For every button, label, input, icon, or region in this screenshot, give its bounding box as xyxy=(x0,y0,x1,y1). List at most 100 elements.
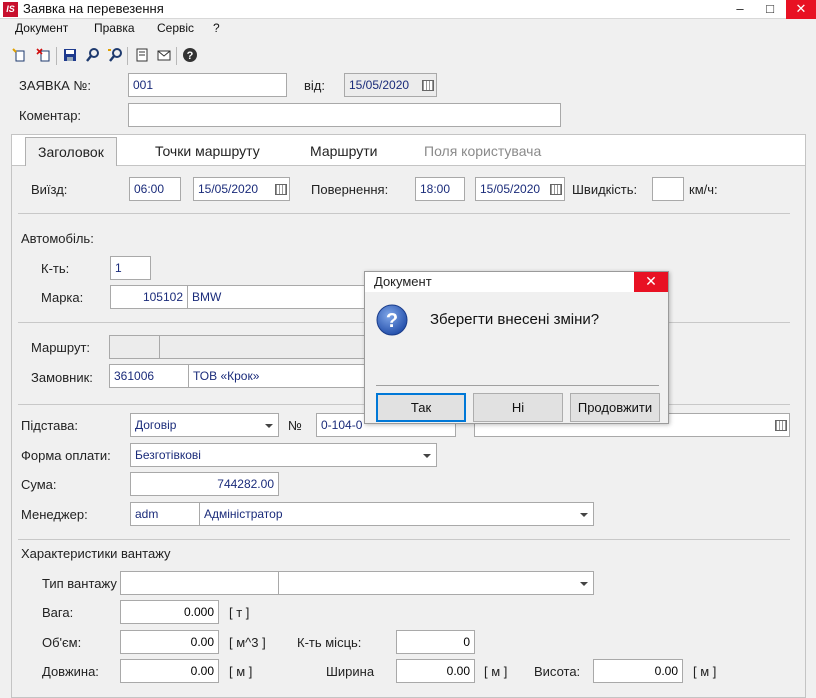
dialog-title: Документ xyxy=(374,274,432,289)
calendar-icon[interactable] xyxy=(550,184,562,195)
height-field[interactable]: 0.00 xyxy=(593,659,683,683)
volume-field[interactable]: 0.00 xyxy=(120,630,219,654)
menu-document[interactable]: Документ xyxy=(15,21,68,35)
number-label: № xyxy=(288,418,302,433)
new-doc-icon[interactable] xyxy=(10,47,28,65)
manager-code-field[interactable]: adm xyxy=(130,502,200,526)
places-label: К-ть місць: xyxy=(297,635,362,650)
length-label: Довжина: xyxy=(42,664,99,679)
route-label: Маршрут: xyxy=(31,340,91,355)
customer-label: Замовник: xyxy=(31,370,93,385)
divider xyxy=(18,213,790,214)
yes-button[interactable]: Так xyxy=(376,393,466,422)
tab-routes[interactable]: Маршрути xyxy=(298,137,389,166)
weight-field[interactable]: 0.000 xyxy=(120,600,219,624)
sum-label: Сума: xyxy=(21,477,57,492)
save-icon[interactable] xyxy=(61,47,79,65)
sum-field[interactable]: 744282.00 xyxy=(130,472,279,496)
vehicle-section-label: Автомобіль: xyxy=(21,231,94,246)
tab-user-fields: Поля користувача xyxy=(424,143,542,159)
payment-form-select[interactable]: Безготівкові xyxy=(130,443,437,467)
calendar-icon[interactable] xyxy=(275,184,287,195)
svg-text:?: ? xyxy=(187,50,194,62)
find-next-icon[interactable] xyxy=(106,47,124,65)
toolbar-separator xyxy=(127,47,128,65)
return-time-field[interactable]: 18:00 xyxy=(415,177,465,201)
vehicle-count-field[interactable]: 1 xyxy=(110,256,151,280)
vehicle-count-label: К-ть: xyxy=(41,261,70,276)
departure-label: Виїзд: xyxy=(31,182,68,197)
continue-button[interactable]: Продовжити xyxy=(570,393,660,422)
properties-icon[interactable] xyxy=(133,47,151,65)
chevron-down-icon[interactable] xyxy=(265,424,273,428)
menu-service[interactable]: Сервіс xyxy=(157,21,194,35)
mail-icon[interactable] xyxy=(155,47,173,65)
calendar-icon[interactable] xyxy=(775,420,787,431)
window-title: Заявка на перевезення xyxy=(23,1,164,16)
order-number-field[interactable]: 001 xyxy=(128,73,287,97)
chevron-down-icon[interactable] xyxy=(423,454,431,458)
width-unit-label: [ м ] xyxy=(484,664,508,679)
divider xyxy=(18,539,790,540)
basis-label: Підстава: xyxy=(21,418,78,433)
weight-label: Вага: xyxy=(42,605,74,620)
return-label: Повернення: xyxy=(311,182,389,197)
departure-time-field[interactable]: 06:00 xyxy=(129,177,181,201)
basis-select[interactable]: Договір xyxy=(130,413,279,437)
cargo-type-code-field[interactable] xyxy=(120,571,279,595)
height-label: Висота: xyxy=(534,664,581,679)
menu-edit[interactable]: Правка xyxy=(94,21,135,35)
dialog-divider xyxy=(376,385,659,386)
speed-field[interactable] xyxy=(652,177,684,201)
app-logo-icon: IS xyxy=(3,2,18,17)
toolbar-separator xyxy=(176,47,177,65)
chevron-down-icon[interactable] xyxy=(580,582,588,586)
close-button[interactable]: ✕ xyxy=(786,0,816,19)
maximize-button[interactable]: □ xyxy=(755,0,785,19)
departure-date-value: 15/05/2020 xyxy=(198,182,259,196)
manager-label: Менеджер: xyxy=(21,507,88,522)
cargo-section-label: Характеристики вантажу xyxy=(21,546,171,561)
cargo-type-label: Тип вантажу xyxy=(42,576,117,591)
vehicle-brand-code-field[interactable]: 105102 xyxy=(110,285,188,309)
payment-form-value: Безготівкові xyxy=(135,448,201,462)
order-number-label: ЗАЯВКА №: xyxy=(19,78,91,93)
width-field[interactable]: 0.00 xyxy=(396,659,475,683)
dialog-message: Зберегти внесені зміни? xyxy=(430,311,600,328)
length-field[interactable]: 0.00 xyxy=(120,659,219,683)
svg-text:?: ? xyxy=(386,310,398,332)
chevron-down-icon[interactable] xyxy=(580,513,588,517)
tab-route-points[interactable]: Точки маршруту xyxy=(143,137,272,166)
length-unit-label: [ м ] xyxy=(229,664,253,679)
order-date-label: від: xyxy=(304,78,325,93)
cargo-type-select[interactable] xyxy=(278,571,594,595)
return-date-value: 15/05/2020 xyxy=(480,182,541,196)
toolbar-separator xyxy=(56,47,57,65)
calendar-icon[interactable] xyxy=(422,80,434,91)
height-unit-label: [ м ] xyxy=(693,664,717,679)
question-icon: ? xyxy=(376,304,408,339)
speed-unit-label: км/ч: xyxy=(689,182,718,197)
delete-doc-icon[interactable] xyxy=(35,47,53,65)
speed-label: Швидкість: xyxy=(572,182,638,197)
route-code-field xyxy=(109,335,160,359)
manager-name-select[interactable]: Адміністратор xyxy=(199,502,594,526)
comment-field[interactable] xyxy=(128,103,561,127)
tab-strip xyxy=(11,134,806,165)
tab-header[interactable]: Заголовок xyxy=(25,137,117,166)
dialog-close-button[interactable]: ✕ xyxy=(634,272,668,292)
no-button[interactable]: Ні xyxy=(473,393,563,422)
customer-code-field[interactable]: 361006 xyxy=(109,364,189,388)
vehicle-brand-name-field[interactable]: BMW xyxy=(187,285,387,309)
minimize-button[interactable]: – xyxy=(725,0,755,19)
save-changes-dialog: Документ ✕ ? Зберегти внесені зміни? Так… xyxy=(364,271,669,424)
comment-label: Коментар: xyxy=(19,108,82,123)
help-icon[interactable]: ? xyxy=(181,47,199,65)
find-icon[interactable] xyxy=(84,47,102,65)
vehicle-brand-label: Марка: xyxy=(41,290,84,305)
manager-name-value: Адміністратор xyxy=(204,507,283,521)
menu-help[interactable]: ? xyxy=(213,21,220,35)
customer-name-field[interactable]: ТОВ «Крок» xyxy=(188,364,378,388)
volume-unit-label: [ м^3 ] xyxy=(229,635,266,650)
places-field[interactable]: 0 xyxy=(396,630,475,654)
